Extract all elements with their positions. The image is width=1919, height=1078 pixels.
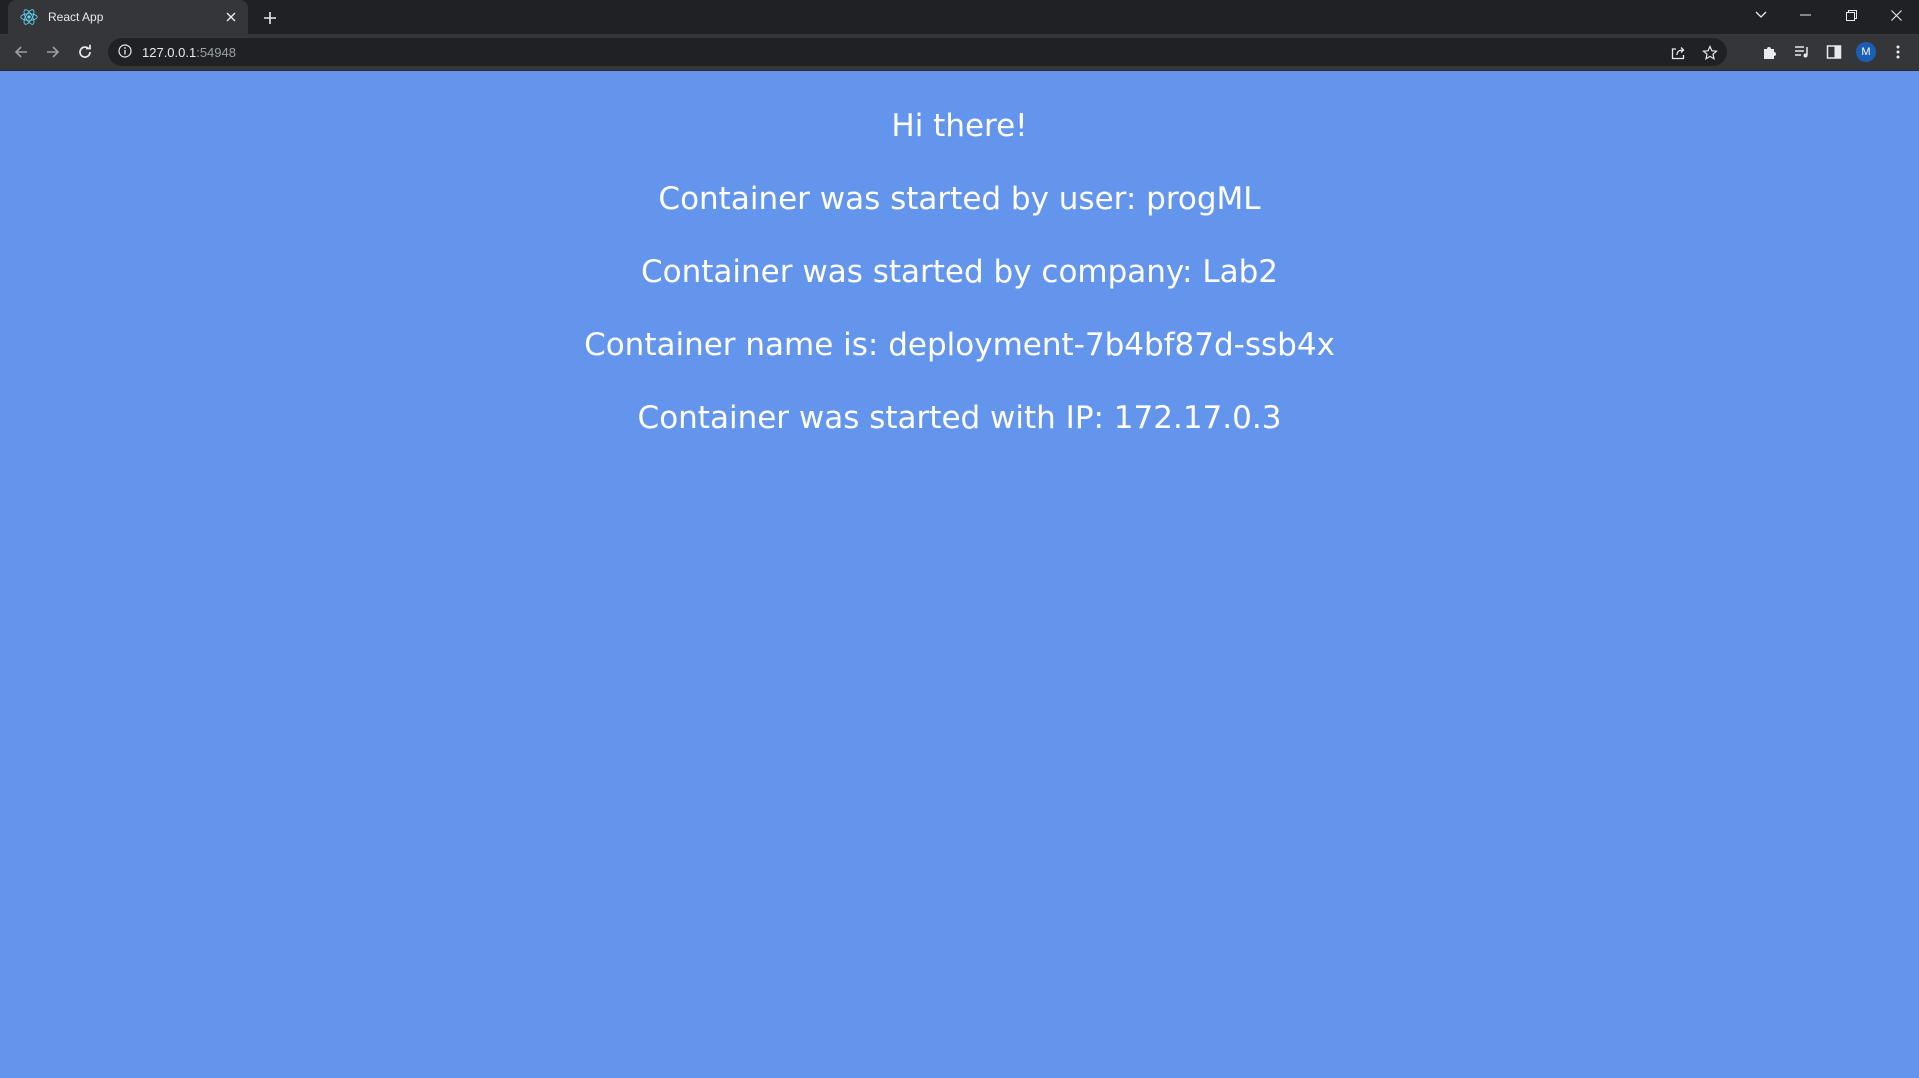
close-icon [1890,9,1902,21]
kebab-menu-icon [1896,44,1900,60]
react-logo-icon [20,8,38,26]
browser-menu-button[interactable] [1886,40,1910,64]
app-content: Hi there! Container was started by user:… [0,71,1919,437]
tab-title: React App [48,10,104,24]
star-icon[interactable] [1701,44,1719,62]
container-ip-text: Container was started with IP: 172.17.0.… [637,400,1282,436]
side-panel-button[interactable] [1822,40,1846,64]
user-info-text: Container was started by user: progML [658,181,1261,217]
side-panel-icon [1826,44,1842,60]
arrow-left-icon [13,44,29,60]
share-icon[interactable] [1669,44,1687,62]
url-text: 127.0.0.1:54948 [142,45,236,60]
plus-icon [263,11,277,25]
new-tab-button[interactable] [258,6,282,30]
back-button[interactable] [7,38,35,66]
restore-button[interactable] [1828,0,1874,30]
browser-toolbar: 127.0.0.1:54948 M [0,34,1919,71]
puzzle-icon [1762,44,1778,60]
media-button[interactable] [1790,40,1814,64]
playlist-icon [1794,44,1810,60]
url-port: :54948 [196,44,236,60]
container-name-text: Container name is: deployment-7b4bf87d-s… [584,327,1335,363]
avatar: M [1856,42,1876,62]
reload-icon [77,44,93,60]
browser-title-bar: React App [0,0,1919,34]
greeting-text: Hi there! [891,108,1028,144]
company-info-text: Container was started by company: Lab2 [641,254,1278,290]
info-icon[interactable] [118,44,134,60]
profile-button[interactable]: M [1854,40,1878,64]
restore-icon [1845,9,1857,21]
extensions-button[interactable] [1758,40,1782,64]
browser-tab[interactable]: React App [8,0,248,34]
arrow-right-icon [45,44,61,60]
chevron-down-icon [1755,11,1767,19]
minimize-icon [1799,14,1811,16]
close-icon[interactable] [222,8,240,26]
tab-search-button[interactable] [1738,0,1784,30]
forward-button[interactable] [39,38,67,66]
page-viewport: Hi there! Container was started by user:… [0,71,1919,1078]
reload-button[interactable] [71,38,99,66]
address-bar[interactable]: 127.0.0.1:54948 [108,38,1727,66]
close-window-button[interactable] [1873,0,1919,30]
url-host: 127.0.0.1 [142,44,197,60]
minimize-button[interactable] [1782,0,1828,30]
